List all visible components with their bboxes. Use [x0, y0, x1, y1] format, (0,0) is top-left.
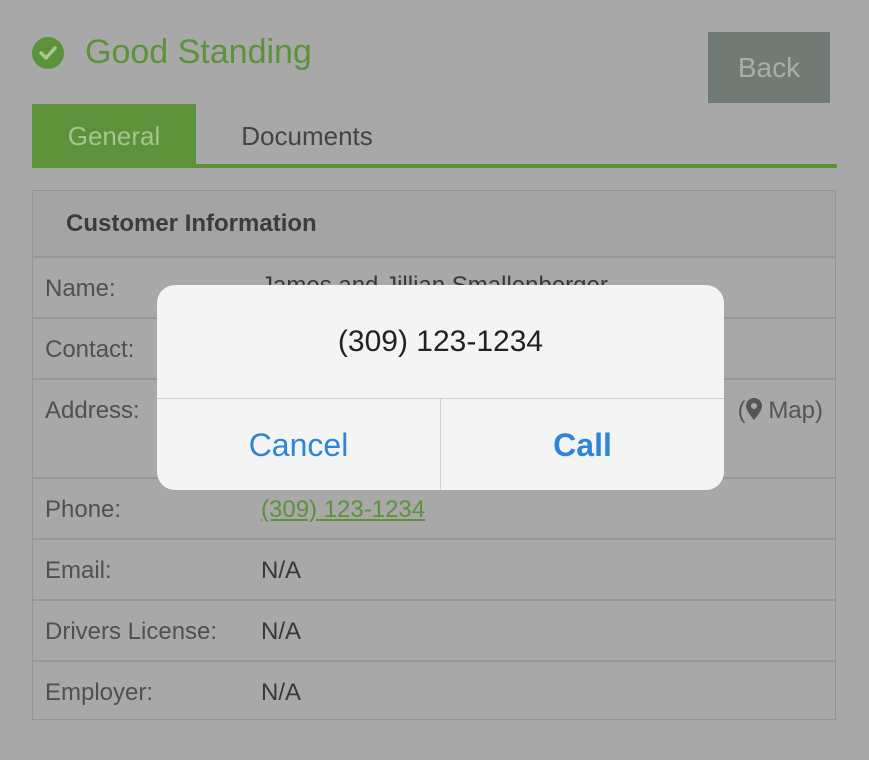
- row-employer: Employer: N/A: [33, 662, 835, 721]
- tab-documents[interactable]: Documents: [212, 104, 402, 168]
- contact-label: Contact:: [45, 336, 135, 363]
- drivers-license-label: Drivers License:: [45, 618, 218, 645]
- tab-bar: General Documents: [32, 104, 837, 168]
- tab-general[interactable]: General: [32, 104, 196, 168]
- panel-title: Customer Information: [33, 191, 835, 258]
- map-marker-icon: [745, 398, 762, 420]
- tab-underline: [32, 164, 837, 168]
- drivers-license-value: N/A: [261, 618, 302, 645]
- check-circle-icon: [32, 36, 64, 69]
- phone-label: Phone:: [45, 496, 122, 523]
- status-text: Good Standing: [85, 33, 312, 71]
- map-link[interactable]: ( Map): [738, 397, 823, 425]
- map-label: Map: [768, 397, 815, 424]
- phone-link[interactable]: (309) 123-1234: [261, 496, 425, 524]
- address-label: Address:: [45, 397, 140, 424]
- employer-value: N/A: [261, 679, 302, 706]
- call-confirm-dialog: (309) 123-1234 Cancel Call: [157, 285, 724, 490]
- row-email: Email: N/A: [33, 540, 835, 601]
- back-button[interactable]: Back: [708, 32, 830, 103]
- customer-detail-page: Good Standing Back General Documents Cus…: [0, 0, 869, 760]
- dialog-phone-number: (309) 123-1234: [157, 285, 724, 399]
- call-button[interactable]: Call: [440, 399, 724, 490]
- employer-label: Employer:: [45, 679, 154, 706]
- row-drivers-license: Drivers License: N/A: [33, 601, 835, 662]
- email-label: Email:: [45, 557, 112, 584]
- dialog-buttons: Cancel Call: [157, 399, 724, 490]
- name-label: Name:: [45, 275, 116, 302]
- cancel-button[interactable]: Cancel: [157, 399, 440, 490]
- email-value: N/A: [261, 557, 302, 584]
- account-status: Good Standing: [32, 33, 312, 72]
